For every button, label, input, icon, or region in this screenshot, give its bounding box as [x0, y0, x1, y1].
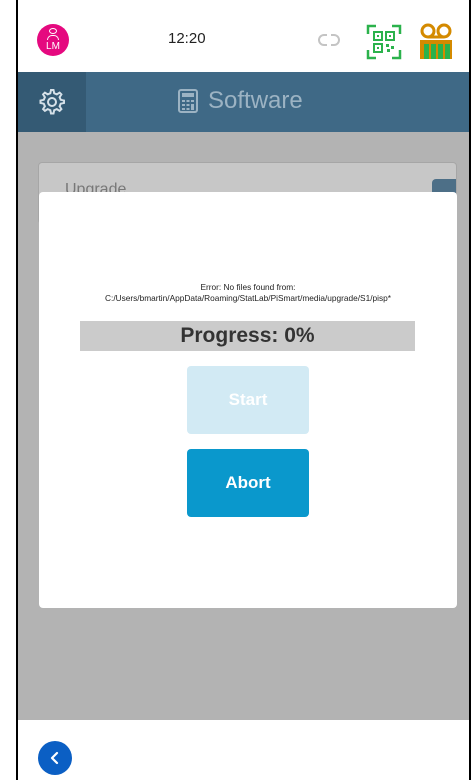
avatar-initials: LM [46, 41, 60, 52]
qr-code-icon[interactable] [366, 24, 402, 60]
user-avatar[interactable]: LM [37, 24, 69, 56]
progress-label: Progress: 0% [180, 324, 315, 347]
app-frame: LM 12:20 Software Upgrade Error: No file… [16, 0, 471, 780]
chevron-left-icon [50, 751, 59, 765]
start-button[interactable]: Start [187, 366, 309, 434]
cassette-icon[interactable] [418, 22, 454, 62]
error-message: Error: No files found from: C:/Users/bma… [105, 282, 391, 303]
footer-bar [18, 720, 469, 780]
back-button[interactable] [38, 741, 72, 775]
gear-icon [39, 89, 65, 115]
clock: 12:20 [168, 30, 206, 47]
page-title: Software [178, 87, 303, 115]
settings-button[interactable] [18, 72, 86, 132]
progress-bar: Progress: 0% [80, 321, 415, 351]
user-icon [49, 28, 57, 34]
status-bar: LM 12:20 [18, 0, 469, 72]
calculator-icon [178, 89, 198, 113]
abort-button[interactable]: Abort [187, 449, 309, 517]
app-header: Software [18, 72, 469, 132]
user-icon-body [47, 35, 59, 40]
page-title-text: Software [208, 87, 303, 114]
link-icon[interactable] [318, 32, 340, 48]
upgrade-dialog: Error: No files found from: C:/Users/bma… [39, 192, 457, 608]
